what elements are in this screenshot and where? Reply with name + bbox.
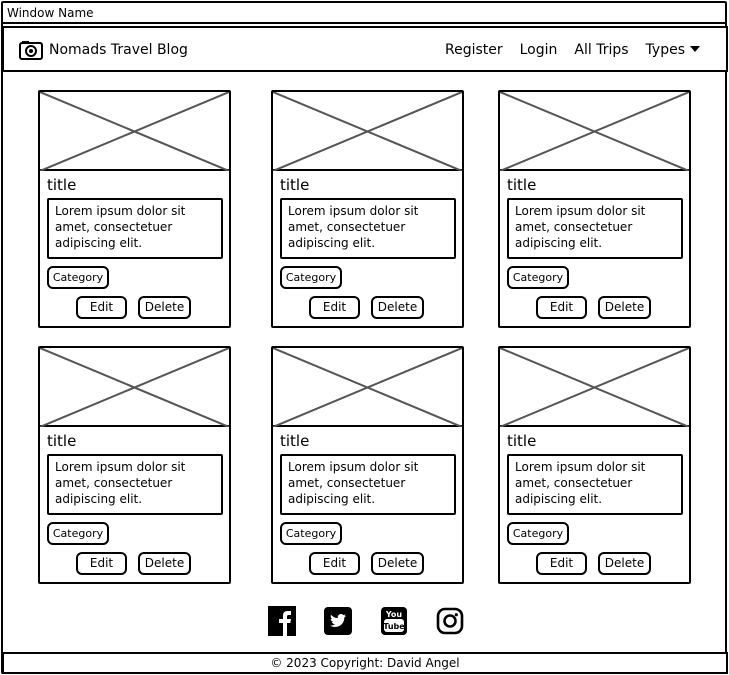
card-text: Lorem ipsum dolor sit amet, consectetuer…: [47, 454, 223, 515]
card-text: Lorem ipsum dolor sit amet, consectetuer…: [280, 198, 456, 259]
card-title: title: [507, 176, 537, 194]
edit-button[interactable]: Edit: [309, 296, 360, 319]
camera-icon: [19, 40, 43, 60]
post-card: title Lorem ipsum dolor sit amet, consec…: [38, 90, 231, 328]
post-card: title Lorem ipsum dolor sit amet, consec…: [38, 346, 231, 584]
image-placeholder: [40, 348, 229, 427]
category-button[interactable]: Category: [280, 522, 342, 545]
delete-button[interactable]: Delete: [138, 296, 191, 319]
caret-down-icon: [690, 46, 700, 52]
nav-links: Register Login All Trips Types: [445, 38, 700, 62]
instagram-icon[interactable]: [436, 606, 464, 636]
card-text: Lorem ipsum dolor sit amet, consectetuer…: [280, 454, 456, 515]
footer-copyright: © 2023 Copyright: David Angel: [2, 652, 728, 674]
image-placeholder: [500, 92, 689, 171]
edit-button[interactable]: Edit: [536, 296, 587, 319]
image-placeholder: [273, 348, 462, 427]
svg-text:You: You: [385, 610, 403, 619]
card-title: title: [47, 432, 77, 450]
edit-button[interactable]: Edit: [309, 552, 360, 575]
youtube-icon[interactable]: You Tube: [380, 606, 408, 636]
category-button[interactable]: Category: [507, 522, 569, 545]
window-frame: Window Name Nomads Travel Blog Register …: [1, 1, 728, 674]
edit-button[interactable]: Edit: [76, 296, 127, 319]
edit-button[interactable]: Edit: [76, 552, 127, 575]
delete-button[interactable]: Delete: [371, 552, 424, 575]
edit-button[interactable]: Edit: [536, 552, 587, 575]
card-title: title: [507, 432, 537, 450]
image-placeholder: [273, 92, 462, 171]
card-title: title: [47, 176, 77, 194]
delete-button[interactable]: Delete: [138, 552, 191, 575]
brand-name: Nomads Travel Blog: [49, 42, 188, 58]
navbar: Nomads Travel Blog Register Login All Tr…: [2, 26, 728, 72]
image-placeholder: [40, 92, 229, 171]
post-card: title Lorem ipsum dolor sit amet, consec…: [498, 90, 691, 328]
category-button[interactable]: Category: [47, 522, 109, 545]
card-title: title: [280, 432, 310, 450]
post-card: title Lorem ipsum dolor sit amet, consec…: [271, 90, 464, 328]
nav-register[interactable]: Register: [445, 42, 503, 58]
card-text: Lorem ipsum dolor sit amet, consectetuer…: [507, 198, 683, 259]
nav-types-dropdown[interactable]: Types: [646, 42, 700, 58]
facebook-icon[interactable]: [268, 606, 296, 636]
delete-button[interactable]: Delete: [598, 552, 651, 575]
svg-text:Tube: Tube: [383, 622, 405, 631]
post-card: title Lorem ipsum dolor sit amet, consec…: [271, 346, 464, 584]
category-button[interactable]: Category: [280, 266, 342, 289]
nav-types-label: Types: [645, 42, 685, 58]
post-card: title Lorem ipsum dolor sit amet, consec…: [498, 346, 691, 584]
category-button[interactable]: Category: [507, 266, 569, 289]
card-text: Lorem ipsum dolor sit amet, consectetuer…: [47, 198, 223, 259]
brand[interactable]: Nomads Travel Blog: [19, 38, 188, 62]
twitter-icon[interactable]: [324, 606, 352, 636]
delete-button[interactable]: Delete: [598, 296, 651, 319]
social-links: You Tube: [268, 606, 464, 636]
delete-button[interactable]: Delete: [371, 296, 424, 319]
nav-login[interactable]: Login: [520, 42, 558, 58]
card-title: title: [280, 176, 310, 194]
window-title: Window Name: [3, 3, 725, 24]
category-button[interactable]: Category: [47, 266, 109, 289]
image-placeholder: [500, 348, 689, 427]
nav-all-trips[interactable]: All Trips: [574, 42, 628, 58]
card-text: Lorem ipsum dolor sit amet, consectetuer…: [507, 454, 683, 515]
